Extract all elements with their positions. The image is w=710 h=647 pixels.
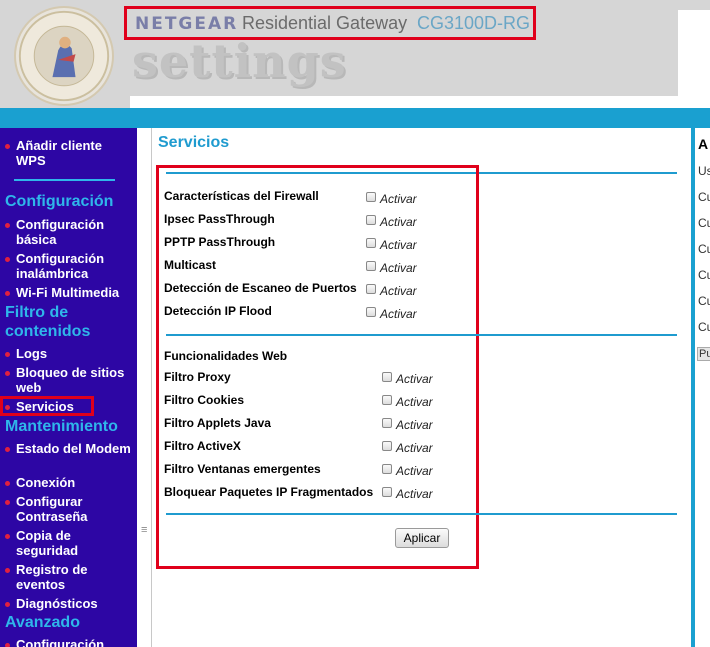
activex-filter-label: Filtro ActiveX <box>164 439 241 453</box>
bullet-icon <box>5 144 10 149</box>
bullet-icon <box>5 352 10 357</box>
activate-label: Activar <box>396 441 433 455</box>
multicast-checkbox[interactable] <box>366 261 376 271</box>
pptp-checkbox[interactable] <box>366 238 376 248</box>
right-heading: A <box>698 136 709 152</box>
cookies-filter-checkbox[interactable] <box>382 395 392 405</box>
cookies-filter-label: Filtro Cookies <box>164 393 245 407</box>
section-divider <box>166 334 677 336</box>
activex-filter-checkbox[interactable] <box>382 441 392 451</box>
activate-label: Activar <box>380 284 417 298</box>
proxy-filter-label: Filtro Proxy <box>164 370 231 384</box>
bullet-icon <box>5 257 10 262</box>
page-title: Servicios <box>158 134 230 151</box>
nav-item-label: Bloqueo de sitios web <box>16 365 125 395</box>
pptp-label: PPTP PassThrough <box>164 235 276 249</box>
right-item: Cu <box>698 268 710 282</box>
nav-item-label: Wi-Fi Multimedia <box>16 285 120 300</box>
nav-item-label: Logs <box>16 346 48 361</box>
activate-label: Activar <box>396 372 433 386</box>
nav-item-label: Configuración inalámbrica <box>16 251 105 281</box>
bullet-icon <box>5 500 10 505</box>
model-name: CG3100D-RG <box>417 13 531 33</box>
activate-label: Activar <box>396 487 433 501</box>
fragmented-ip-label: Bloquear Paquetes IP Fragmentados <box>164 485 374 499</box>
firewall-features-checkbox[interactable] <box>366 192 376 202</box>
bullet-icon <box>5 568 10 573</box>
nav-heading-maintenance: Mantenimiento <box>5 418 118 435</box>
popup-filter-checkbox[interactable] <box>382 464 392 474</box>
router-admin-page: NETGEAR Residential Gateway CG3100D-RG s… <box>0 0 710 647</box>
brand-name: NETGEAR <box>135 14 239 34</box>
nav-item-label: Estado del Modem <box>16 441 131 456</box>
header-right-area <box>678 10 710 108</box>
bullet-icon <box>5 481 10 486</box>
left-nav: Añadir cliente WPS Configuración Configu… <box>0 128 137 647</box>
port-scan-label: Detección de Escaneo de Puertos <box>164 281 357 295</box>
popup-filter-label: Filtro Ventanas emergentes <box>164 462 321 476</box>
nav-item-label: Añadir cliente WPS <box>16 138 102 168</box>
ip-flood-checkbox[interactable] <box>366 307 376 317</box>
fragmented-ip-checkbox[interactable] <box>382 487 392 497</box>
activate-label: Activar <box>396 395 433 409</box>
right-item: Cu <box>698 242 710 256</box>
settings-banner: settings <box>132 34 347 88</box>
nav-item-label: Copia de seguridad <box>16 528 79 558</box>
java-applets-filter-checkbox[interactable] <box>382 418 392 428</box>
java-applets-filter-label: Filtro Applets Java <box>164 416 271 430</box>
nav-divider <box>14 179 115 181</box>
bullet-icon <box>5 602 10 607</box>
right-item: Cu <box>698 320 710 334</box>
activate-label: Activar <box>396 418 433 432</box>
activate-label: Activar <box>380 261 417 275</box>
bullet-icon <box>5 643 10 647</box>
right-item: Cu <box>698 294 710 308</box>
product-name: Residential Gateway <box>242 13 408 33</box>
bullet-icon <box>5 534 10 539</box>
right-panel: A Us Cu Cu Cu Cu Cu Cu Pu <box>695 128 710 647</box>
ip-flood-label: Detección IP Flood <box>164 304 272 318</box>
nav-item-label: Servicios <box>16 399 74 414</box>
nav-item-label: Configurar Contraseña <box>16 494 88 524</box>
bullet-icon <box>5 405 10 410</box>
activate-label: Activar <box>396 464 433 478</box>
bullet-icon <box>5 447 10 452</box>
right-panel-button[interactable]: Pu <box>697 347 710 361</box>
nav-heading-configuracion: Configuración <box>5 193 114 210</box>
header: NETGEAR Residential Gateway CG3100D-RG s… <box>0 0 710 108</box>
frame-separator[interactable] <box>137 128 152 647</box>
nav-item-label: Configuración básica <box>16 217 105 247</box>
apply-button[interactable]: Aplicar <box>395 528 449 548</box>
netgear-seal-logo <box>14 6 114 106</box>
activate-label: Activar <box>380 192 417 206</box>
grip-icon[interactable]: ≡ <box>141 524 147 536</box>
section-divider <box>166 513 677 515</box>
activate-label: Activar <box>380 215 417 229</box>
bullet-icon <box>5 371 10 376</box>
bullet-icon <box>5 223 10 228</box>
main-content: Servicios Características del Firewall A… <box>152 128 691 647</box>
top-bar <box>0 108 710 128</box>
nav-item-label: Diagnósticos <box>16 596 98 611</box>
activate-label: Activar <box>380 238 417 252</box>
nav-item-label: Configuración <box>16 637 105 647</box>
ipsec-label: Ipsec PassThrough <box>164 212 275 226</box>
web-features-heading: Funcionalidades Web <box>164 349 288 363</box>
nav-item-label: Conexión <box>16 475 76 490</box>
activate-label: Activar <box>380 307 417 321</box>
multicast-label: Multicast <box>164 258 217 272</box>
right-item: Cu <box>698 216 710 230</box>
header-strip <box>130 96 678 108</box>
ipsec-checkbox[interactable] <box>366 215 376 225</box>
nav-heading-content-filter: Filtro de contenidos <box>5 304 91 340</box>
proxy-filter-checkbox[interactable] <box>382 372 392 382</box>
bullet-icon <box>5 291 10 296</box>
right-item: Cu <box>698 190 710 204</box>
nav-item-label: Registro de eventos <box>16 562 88 592</box>
port-scan-checkbox[interactable] <box>366 284 376 294</box>
firewall-features-label: Características del Firewall <box>164 189 319 203</box>
nav-heading-advanced: Avanzado <box>5 614 80 631</box>
right-item: Us <box>698 164 710 178</box>
